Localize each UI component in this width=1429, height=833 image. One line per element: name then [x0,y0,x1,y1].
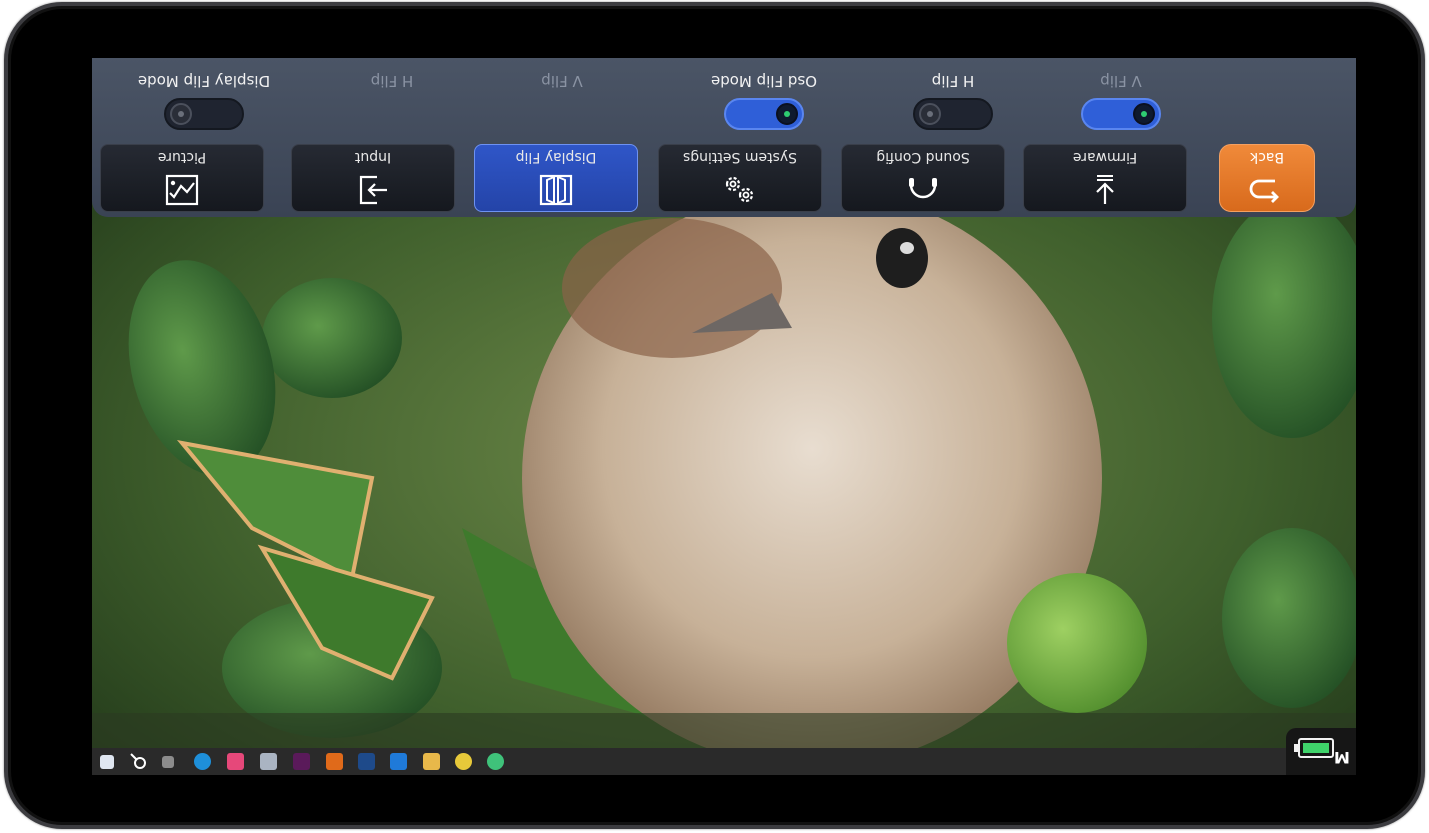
tab-system-settings[interactable]: System Settings [658,144,822,212]
ai-icon[interactable] [326,753,343,770]
input-icon [355,173,391,207]
osd-flip-mode-label: Osd Flip Mode [710,72,818,90]
tab-label: Picture [157,149,207,165]
osd-flip-mode-option: Osd Flip Mode [679,58,849,138]
osd-v-flip-toggle[interactable] [1081,98,1161,130]
toggle-knob [1133,103,1155,125]
task-view-icon[interactable] [162,756,174,768]
wechat-icon[interactable] [487,753,504,770]
display-flip-mode-toggle[interactable] [164,98,244,130]
calculator-icon[interactable] [260,753,277,770]
tab-label: Display Flip [515,149,597,165]
system-tray: M [1286,728,1356,775]
back-button[interactable]: Back [1219,144,1315,212]
tab-picture[interactable]: Picture [100,144,264,212]
search-icon[interactable] [130,753,147,770]
osd-v-flip-option: V Flip [1036,58,1206,138]
edge-icon[interactable] [194,753,211,770]
toggle-knob [170,103,192,125]
tab-label: Sound Config [876,149,970,165]
gears-icon [722,173,758,207]
display-flip-mode-label: Display Flip Mode [137,72,271,90]
chrome-icon[interactable] [455,753,472,770]
headphones-icon [905,173,941,207]
display-flip-icon [538,173,574,207]
battery-icon[interactable] [1294,738,1334,758]
screen: Display Flip Mode H Flip V Flip Osd Flip… [92,58,1356,775]
xd-icon[interactable] [293,753,310,770]
download-icon [1087,173,1123,207]
tab-display-flip[interactable]: Display Flip [474,144,638,212]
tab-label: System Settings [682,149,798,165]
tray-indicator[interactable]: M [1334,748,1350,767]
osd-menu: Display Flip Mode H Flip V Flip Osd Flip… [92,58,1356,217]
tab-firmware[interactable]: Firmware [1023,144,1187,212]
tab-input[interactable]: Input [291,144,455,212]
display-v-flip-label: V Flip [541,72,583,90]
ps-icon[interactable] [358,753,375,770]
file-explorer-icon[interactable] [423,753,440,770]
display-v-flip-option: V Flip [477,58,647,138]
display-flip-mode-option: Display Flip Mode [119,58,289,138]
app-pink-icon[interactable] [227,753,244,770]
osd-v-flip-label: V Flip [1100,72,1142,90]
display-h-flip-label: H Flip [370,72,414,90]
osd-h-flip-label: H Flip [931,72,975,90]
app-blue-icon[interactable] [390,753,407,770]
tab-label: Input [354,149,392,165]
tab-label: Firmware [1072,149,1138,165]
taskbar [92,748,1356,775]
osd-tab-bar: Picture Input Display Flip System Settin… [92,142,1356,214]
windows-start-icon[interactable] [100,755,114,769]
flip-options-row: Display Flip Mode H Flip V Flip Osd Flip… [92,58,1356,138]
tab-label: Back [1250,149,1284,165]
osd-h-flip-option: H Flip [868,58,1038,138]
monitor-frame: Display Flip Mode H Flip V Flip Osd Flip… [4,2,1425,829]
return-icon [1249,173,1285,207]
osd-h-flip-toggle[interactable] [913,98,993,130]
osd-flip-mode-toggle[interactable] [724,98,804,130]
picture-icon [164,173,200,207]
toggle-knob [776,103,798,125]
display-h-flip-option: H Flip [307,58,477,138]
toggle-knob [919,103,941,125]
tab-sound-config[interactable]: Sound Config [841,144,1005,212]
